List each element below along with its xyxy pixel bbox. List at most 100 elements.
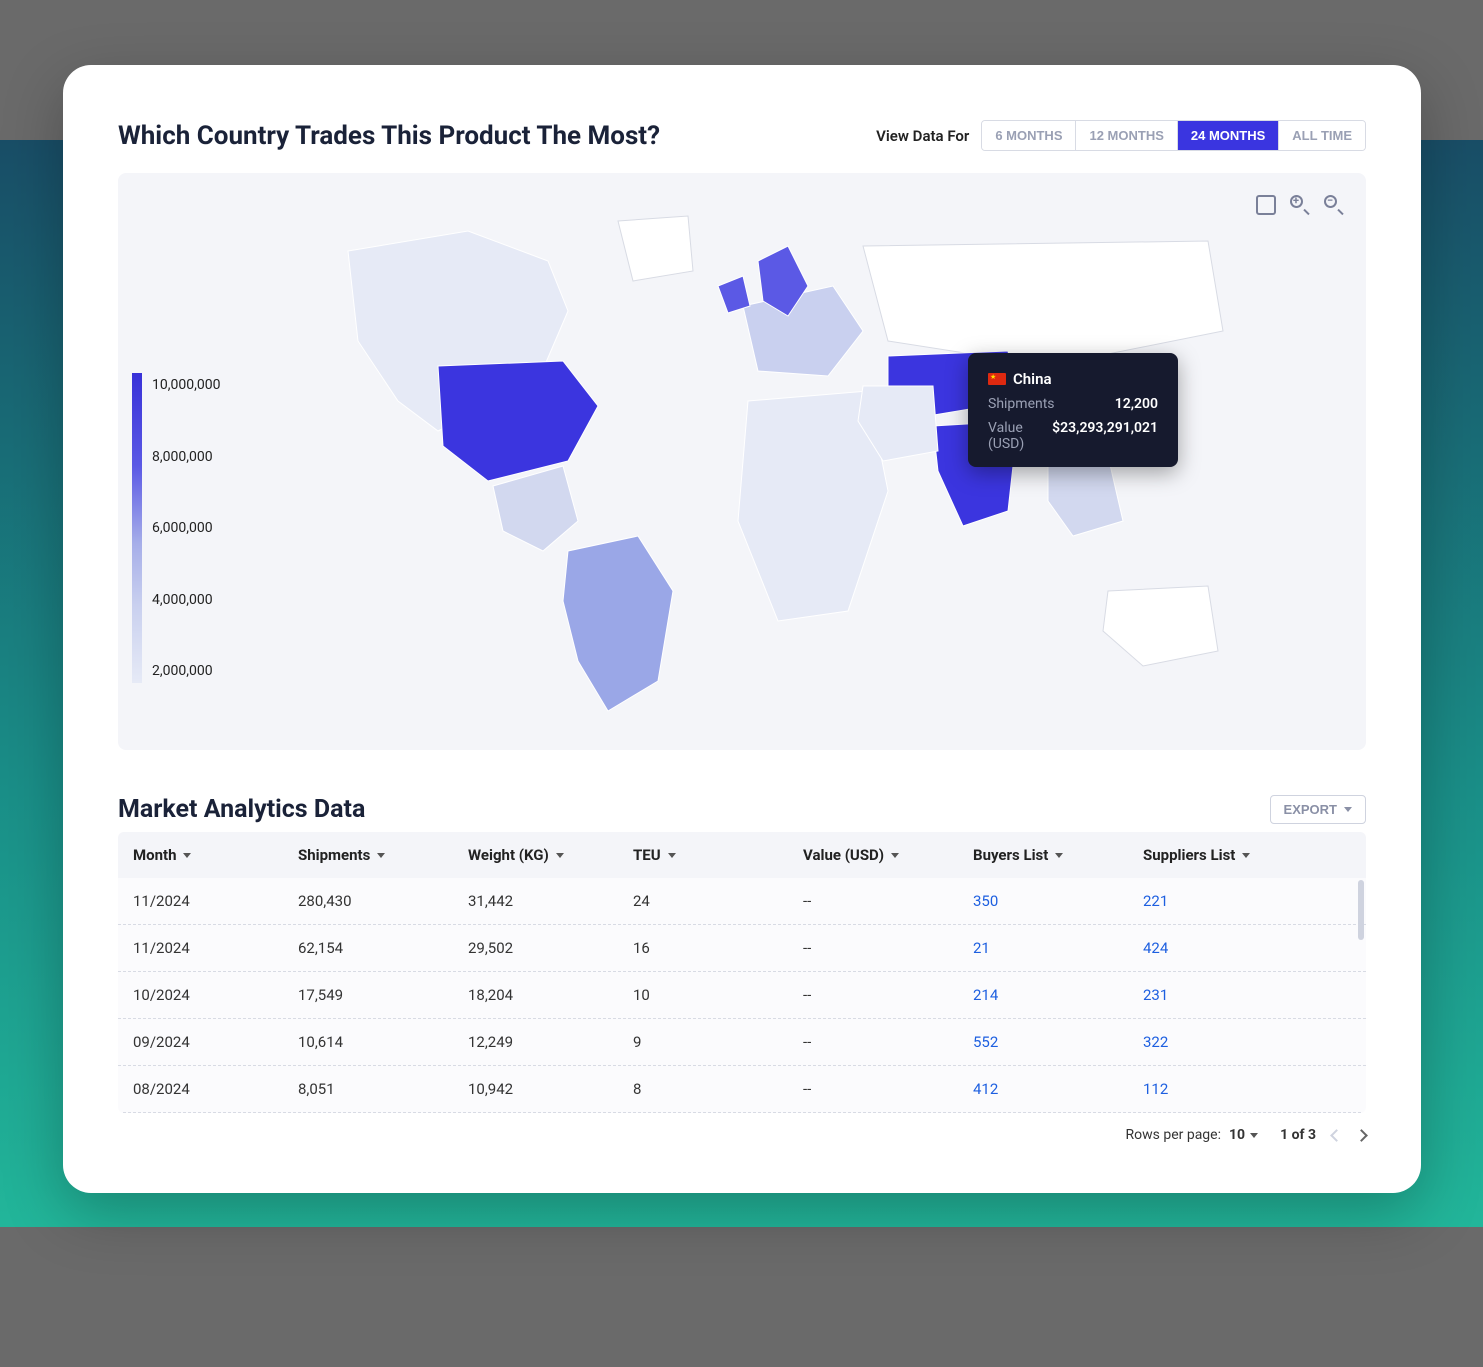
cell-month: 11/2024 bbox=[133, 892, 298, 910]
rows-per-page: Rows per page: 10 bbox=[1126, 1127, 1259, 1143]
col-value[interactable]: Value (USD) bbox=[803, 846, 973, 864]
export-label: EXPORT bbox=[1284, 802, 1337, 817]
range-segmented-control: 6 MONTHS 12 MONTHS 24 MONTHS ALL TIME bbox=[981, 120, 1366, 151]
col-teu[interactable]: TEU bbox=[633, 846, 803, 864]
rpp-select[interactable]: 10 bbox=[1229, 1127, 1258, 1143]
rpp-label: Rows per page: bbox=[1126, 1127, 1221, 1143]
col-weight[interactable]: Weight (KG) bbox=[468, 846, 633, 864]
cell-suppliers-link[interactable]: 424 bbox=[1143, 939, 1313, 957]
table-pager: Rows per page: 10 1 of 3 bbox=[118, 1127, 1366, 1143]
region-australia[interactable] bbox=[1103, 586, 1218, 666]
sort-icon bbox=[556, 853, 564, 858]
col-shipments[interactable]: Shipments bbox=[298, 846, 468, 864]
chevron-down-icon bbox=[1250, 1133, 1258, 1138]
region-uk[interactable] bbox=[718, 276, 750, 313]
zoom-in-icon[interactable]: + bbox=[1290, 195, 1310, 215]
table-row: 08/20248,05110,9428--412112 bbox=[118, 1066, 1366, 1113]
region-greenland[interactable] bbox=[618, 216, 693, 281]
table-body: 11/2024280,43031,44224--35022111/202462,… bbox=[118, 878, 1366, 1113]
scrollbar[interactable] bbox=[1358, 880, 1364, 940]
range-24months[interactable]: 24 MONTHS bbox=[1178, 121, 1279, 150]
zoom-out-icon[interactable]: − bbox=[1324, 195, 1344, 215]
legend-gradient bbox=[132, 373, 142, 683]
sort-icon bbox=[1242, 853, 1250, 858]
map-toolbar: + − bbox=[1256, 195, 1344, 215]
cell-suppliers-link[interactable]: 221 bbox=[1143, 892, 1313, 910]
cell-weight: 12,249 bbox=[468, 1033, 633, 1051]
cell-buyers-link[interactable]: 214 bbox=[973, 986, 1143, 1004]
next-page-icon[interactable] bbox=[1355, 1129, 1368, 1142]
tooltip-country: China bbox=[1013, 370, 1052, 388]
region-russia[interactable] bbox=[863, 241, 1223, 366]
tooltip-value-usd: $23,293,291,021 bbox=[1052, 420, 1158, 452]
cell-suppliers-link[interactable]: 231 bbox=[1143, 986, 1313, 1004]
cell-buyers-link[interactable]: 21 bbox=[973, 939, 1143, 957]
cell-value: -- bbox=[803, 986, 973, 1004]
cell-shipments: 280,430 bbox=[298, 892, 468, 910]
region-usa[interactable] bbox=[438, 361, 598, 481]
legend-tick: 4,000,000 bbox=[152, 592, 220, 608]
prev-page-icon[interactable] bbox=[1330, 1129, 1343, 1142]
cell-month: 10/2024 bbox=[133, 986, 298, 1004]
col-month[interactable]: Month bbox=[133, 846, 298, 864]
cell-buyers-link[interactable]: 350 bbox=[973, 892, 1143, 910]
export-button[interactable]: EXPORT bbox=[1270, 795, 1366, 824]
region-europe[interactable] bbox=[743, 286, 863, 376]
legend-tick: 8,000,000 bbox=[152, 449, 220, 465]
legend-tick: 10,000,000 bbox=[152, 377, 220, 393]
legend-tick: 6,000,000 bbox=[152, 520, 220, 536]
tooltip-shipments-label: Shipments bbox=[988, 396, 1055, 412]
table-header: Month Shipments Weight (KG) TEU Value (U… bbox=[118, 832, 1366, 878]
cell-month: 11/2024 bbox=[133, 939, 298, 957]
table-row: 09/202410,61412,2499--552322 bbox=[118, 1019, 1366, 1066]
table-row: 11/202462,15429,50216--21424 bbox=[118, 925, 1366, 972]
map-tooltip: China Shipments 12,200 Value (USD)$23,293… bbox=[968, 353, 1178, 467]
range-controls: View Data For 6 MONTHS 12 MONTHS 24 MONT… bbox=[876, 120, 1366, 151]
cell-buyers-link[interactable]: 412 bbox=[973, 1080, 1143, 1098]
analytics-card: Which Country Trades This Product The Mo… bbox=[63, 65, 1421, 1193]
region-south-america[interactable] bbox=[563, 536, 673, 711]
cell-teu: 10 bbox=[633, 986, 803, 1004]
region-mexico-central[interactable] bbox=[493, 466, 578, 551]
region-se-asia[interactable] bbox=[1048, 456, 1123, 536]
table-row: 11/2024280,43031,44224--350221 bbox=[118, 878, 1366, 925]
flag-icon bbox=[988, 373, 1006, 385]
sort-icon bbox=[183, 853, 191, 858]
col-buyers[interactable]: Buyers List bbox=[973, 846, 1143, 864]
range-12months[interactable]: 12 MONTHS bbox=[1076, 121, 1177, 150]
cell-shipments: 8,051 bbox=[298, 1080, 468, 1098]
cell-value: -- bbox=[803, 1033, 973, 1051]
cell-weight: 31,442 bbox=[468, 892, 633, 910]
legend-ticks: 10,000,000 8,000,000 6,000,000 4,000,000… bbox=[152, 373, 220, 683]
cell-suppliers-link[interactable]: 322 bbox=[1143, 1033, 1313, 1051]
cell-month: 09/2024 bbox=[133, 1033, 298, 1051]
cell-weight: 10,942 bbox=[468, 1080, 633, 1098]
cell-teu: 16 bbox=[633, 939, 803, 957]
market-analytics-section: Market Analytics Data EXPORT Month Shipm… bbox=[118, 795, 1366, 1143]
page-nav: 1 of 3 bbox=[1280, 1127, 1366, 1143]
cell-shipments: 17,549 bbox=[298, 986, 468, 1004]
world-map-chart[interactable]: + − 10,000,000 8,000,000 6,000,000 4,000… bbox=[118, 173, 1366, 750]
analytics-table: Month Shipments Weight (KG) TEU Value (U… bbox=[118, 832, 1366, 1113]
tooltip-value-label: Value (USD) bbox=[988, 420, 1052, 452]
sort-icon bbox=[1055, 853, 1063, 858]
fullscreen-icon[interactable] bbox=[1256, 195, 1276, 215]
cell-teu: 8 bbox=[633, 1080, 803, 1098]
cell-weight: 18,204 bbox=[468, 986, 633, 1004]
chevron-down-icon bbox=[1344, 807, 1352, 812]
page-title: Which Country Trades This Product The Mo… bbox=[118, 121, 660, 151]
section-title: Market Analytics Data bbox=[118, 795, 365, 824]
tooltip-shipments-value: 12,200 bbox=[1115, 396, 1158, 412]
header-row: Which Country Trades This Product The Mo… bbox=[118, 120, 1366, 151]
legend-tick: 2,000,000 bbox=[152, 663, 220, 679]
cell-suppliers-link[interactable]: 112 bbox=[1143, 1080, 1313, 1098]
range-alltime[interactable]: ALL TIME bbox=[1279, 121, 1365, 150]
cell-buyers-link[interactable]: 552 bbox=[973, 1033, 1143, 1051]
sort-icon bbox=[377, 853, 385, 858]
cell-teu: 9 bbox=[633, 1033, 803, 1051]
range-6months[interactable]: 6 MONTHS bbox=[982, 121, 1076, 150]
cell-teu: 24 bbox=[633, 892, 803, 910]
col-suppliers[interactable]: Suppliers List bbox=[1143, 846, 1313, 864]
cell-shipments: 62,154 bbox=[298, 939, 468, 957]
cell-weight: 29,502 bbox=[468, 939, 633, 957]
